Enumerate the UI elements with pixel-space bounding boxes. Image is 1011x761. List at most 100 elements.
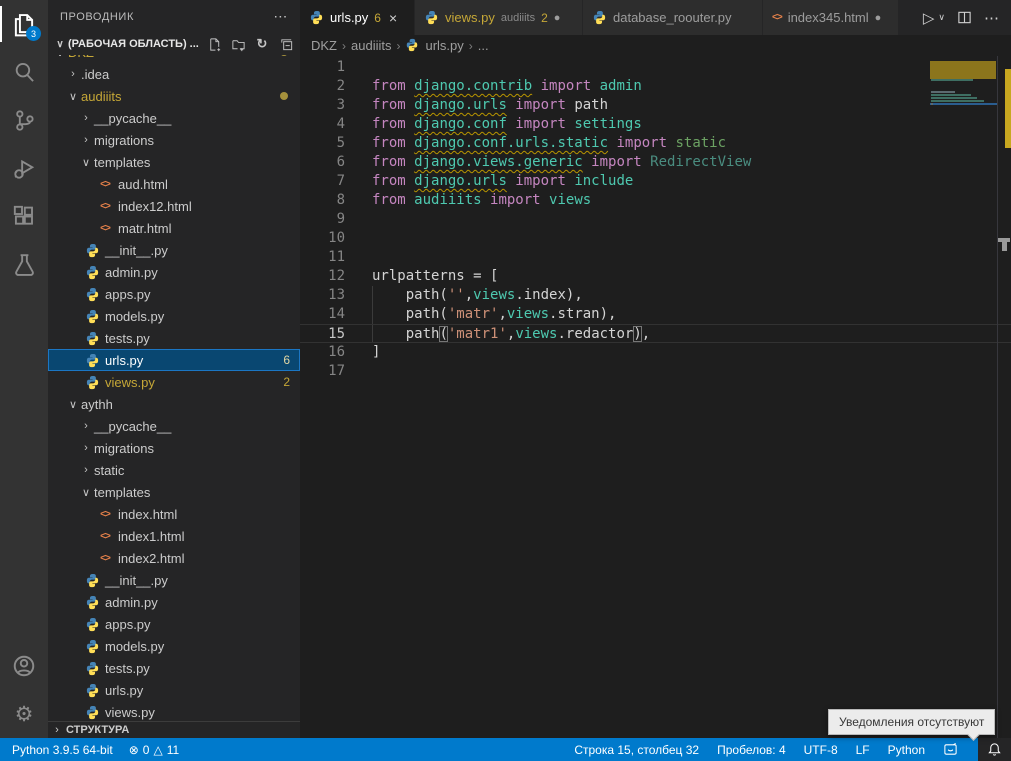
tree-item-migrations[interactable]: ›migrations	[48, 129, 300, 151]
code-line[interactable]: 2from django.contrib import admin	[300, 77, 1011, 96]
tree-item-admin-py[interactable]: admin.py	[48, 591, 300, 613]
python-interpreter-status[interactable]: Python 3.9.5 64-bit	[12, 743, 113, 757]
tree-item-static[interactable]: ›static	[48, 459, 300, 481]
tree-item-migrations[interactable]: ›migrations	[48, 437, 300, 459]
tree-item--init-py[interactable]: __init__.py	[48, 569, 300, 591]
code-line[interactable]: 17	[300, 362, 1011, 381]
sidebar-more-icon[interactable]: ⋯	[273, 8, 288, 25]
tree-item-aythh[interactable]: ∨aythh	[48, 393, 300, 415]
encoding-status[interactable]: UTF-8	[804, 743, 838, 757]
eol-status[interactable]: LF	[856, 743, 870, 757]
outline-section-header[interactable]: › СТРУКТУРА	[48, 721, 300, 738]
activity-extensions[interactable]	[0, 192, 48, 240]
breadcrumb-item[interactable]: ...	[478, 38, 489, 53]
code-line[interactable]: 7from django.urls import include	[300, 172, 1011, 191]
language-mode-status[interactable]: Python	[888, 743, 925, 757]
minimap[interactable]	[930, 56, 997, 738]
tree-item-index1-html[interactable]: <>index1.html	[48, 525, 300, 547]
indentation-status[interactable]: Пробелов: 4	[717, 743, 786, 757]
tree-item-urls-py[interactable]: urls.py6	[48, 349, 300, 371]
tree-item-models-py[interactable]: models.py	[48, 635, 300, 657]
code-line[interactable]: 16]	[300, 343, 1011, 362]
tab-views-py[interactable]: views.py audiiits 2 ●	[415, 0, 583, 35]
new-folder-icon[interactable]	[230, 36, 246, 52]
code-line[interactable]: 11	[300, 248, 1011, 267]
activity-run-debug[interactable]	[0, 144, 48, 192]
code-text	[345, 229, 372, 248]
tree-item-matr-html[interactable]: <>matr.html	[48, 217, 300, 239]
tree-item--init-py[interactable]: __init__.py	[48, 239, 300, 261]
run-dropdown-icon[interactable]: ∨	[938, 12, 945, 23]
refresh-icon[interactable]: ↻	[254, 36, 270, 52]
code-line[interactable]: 4from django.conf import settings	[300, 115, 1011, 134]
tree-item-templates[interactable]: ∨templates	[48, 481, 300, 503]
close-icon[interactable]: ×	[389, 10, 397, 26]
overview-ruler[interactable]	[997, 56, 1011, 738]
cursor-position-status[interactable]: Строка 15, столбец 32	[574, 743, 699, 757]
line-number: 16	[300, 343, 345, 362]
feedback-icon[interactable]	[943, 742, 960, 757]
code-line[interactable]: 8from audiiits import views	[300, 191, 1011, 210]
split-editor-icon[interactable]	[957, 10, 972, 25]
code-line[interactable]: 3from django.urls import path	[300, 96, 1011, 115]
tree-item--pycache-[interactable]: ›__pycache__	[48, 107, 300, 129]
activity-account[interactable]	[0, 642, 48, 690]
new-file-icon[interactable]	[206, 36, 222, 52]
tree-item-admin-py[interactable]: admin.py	[48, 261, 300, 283]
activity-source-control[interactable]	[0, 96, 48, 144]
more-actions-icon[interactable]: ⋯	[984, 9, 999, 27]
tree-item-tests-py[interactable]: tests.py	[48, 657, 300, 679]
tree-item--pycache-[interactable]: ›__pycache__	[48, 415, 300, 437]
tree-item-label: models.py	[105, 639, 164, 654]
activity-settings[interactable]: ⚙	[0, 690, 48, 738]
tree-item-index12-html[interactable]: <>index12.html	[48, 195, 300, 217]
dirty-dot-icon[interactable]: ●	[875, 12, 882, 24]
run-button[interactable]: ▷	[923, 9, 935, 27]
tree-item-apps-py[interactable]: apps.py	[48, 283, 300, 305]
tree-item-index-html[interactable]: <>index.html	[48, 503, 300, 525]
code-line[interactable]: 5from django.conf.urls.static import sta…	[300, 134, 1011, 153]
tree-item-index2-html[interactable]: <>index2.html	[48, 547, 300, 569]
code-line[interactable]: 14 path('matr',views.stran),	[300, 305, 1011, 324]
code-area[interactable]: 12from django.contrib import admin3from …	[300, 58, 1011, 381]
tree-item-label: matr.html	[118, 221, 171, 236]
breadcrumb-item[interactable]: audiiits	[351, 38, 391, 53]
problems-status[interactable]: ⊗ 0 △ 11	[129, 743, 179, 757]
tree-item-tests-py[interactable]: tests.py	[48, 327, 300, 349]
breadcrumb-item[interactable]: urls.py	[425, 38, 463, 53]
workspace-section-header[interactable]: ∨ (РАБОЧАЯ ОБЛАСТЬ) ... ↻	[48, 33, 300, 55]
tab-urls-py[interactable]: urls.py 6 ×	[300, 0, 415, 35]
collapse-all-icon[interactable]	[278, 36, 294, 52]
code-line[interactable]: 6from django.views.generic import Redire…	[300, 153, 1011, 172]
code-editor[interactable]: 12from django.contrib import admin3from …	[300, 56, 1011, 738]
tree-item-apps-py[interactable]: apps.py	[48, 613, 300, 635]
notifications-bell[interactable]	[978, 738, 1011, 761]
tree-item-views-py[interactable]: views.py	[48, 701, 300, 721]
tab-database-roouter-py[interactable]: database_roouter.py	[583, 0, 763, 35]
tree-item-label: static	[94, 463, 124, 478]
activity-testing[interactable]	[0, 240, 48, 288]
tree-item-aud-html[interactable]: <>aud.html	[48, 173, 300, 195]
tree-item-views-py[interactable]: views.py2	[48, 371, 300, 393]
tree-item-models-py[interactable]: models.py	[48, 305, 300, 327]
error-icon: ⊗	[129, 743, 139, 757]
chevron-down-icon: ∨	[78, 486, 94, 499]
code-line[interactable]: 10	[300, 229, 1011, 248]
activity-search[interactable]	[0, 48, 48, 96]
line-number: 6	[300, 153, 345, 172]
tree-item-templates[interactable]: ∨templates	[48, 151, 300, 173]
code-line[interactable]: 12urlpatterns = [	[300, 267, 1011, 286]
tree-item-label: index12.html	[118, 199, 192, 214]
dirty-dot-icon[interactable]: ●	[554, 12, 561, 24]
tree-item--idea[interactable]: ›.idea	[48, 63, 300, 85]
tab-index345-html[interactable]: <> index345.html ●	[763, 0, 899, 35]
code-line[interactable]: 15 path('matr1',views.redactor),	[300, 324, 1011, 343]
tree-item-urls-py[interactable]: urls.py	[48, 679, 300, 701]
activity-explorer[interactable]: 3	[0, 0, 48, 48]
code-line[interactable]: 13 path('',views.index),	[300, 286, 1011, 305]
line-number: 2	[300, 77, 345, 96]
code-line[interactable]: 1	[300, 58, 1011, 77]
tree-item-audiiits[interactable]: ∨audiiits	[48, 85, 300, 107]
breadcrumb-item[interactable]: DKZ	[311, 38, 337, 53]
code-line[interactable]: 9	[300, 210, 1011, 229]
